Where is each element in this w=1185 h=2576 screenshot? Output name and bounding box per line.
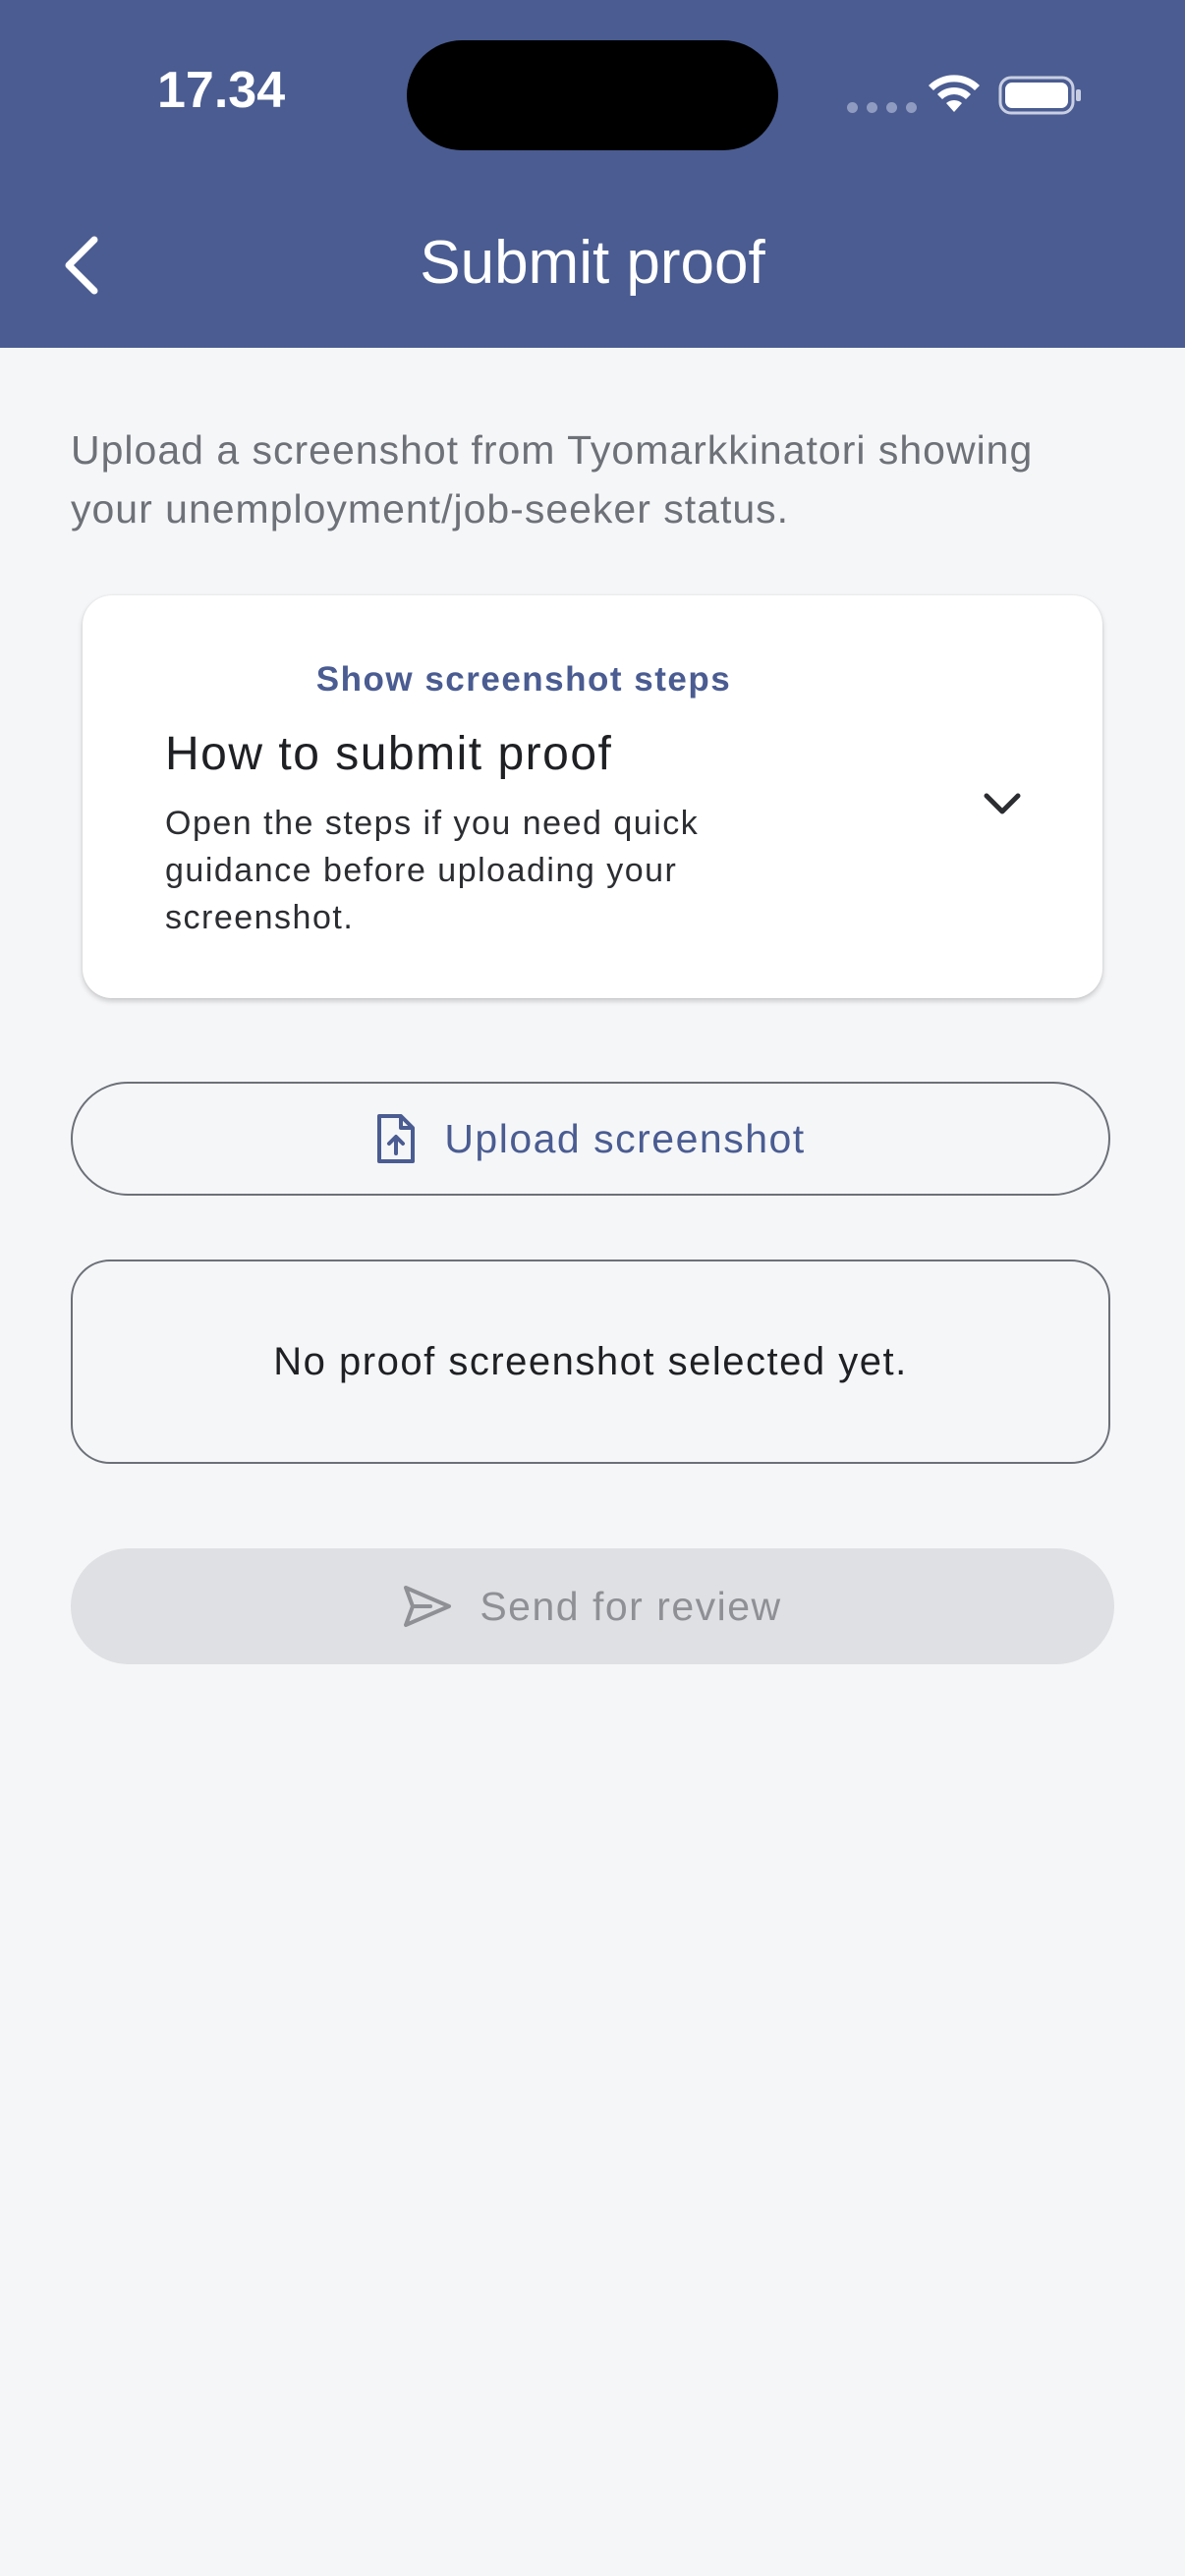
send-for-review-button[interactable]: Send for review [71, 1548, 1114, 1664]
cellular-signal-icon [847, 102, 917, 113]
dynamic-island [407, 40, 778, 150]
steps-card-eyebrow: Show screenshot steps [315, 660, 732, 699]
status-time: 17.34 [157, 62, 286, 119]
send-icon [404, 1586, 452, 1627]
page-title: Submit proof [420, 229, 765, 297]
selection-status-text: No proof screenshot selected yet. [273, 1339, 908, 1383]
selection-status-box: No proof screenshot selected yet. [71, 1260, 1110, 1464]
upload-button-label: Upload screenshot [444, 1115, 806, 1161]
upload-screenshot-button[interactable]: Upload screenshot [71, 1082, 1110, 1196]
chevron-down-icon[interactable] [973, 774, 1032, 833]
battery-icon [998, 76, 1081, 115]
steps-card-title: How to submit proof [165, 728, 613, 780]
screenshot-steps-card[interactable]: Show screenshot steps How to submit proo… [83, 595, 1102, 998]
steps-card-description: Open the steps if you need quick guidanc… [165, 805, 700, 936]
app-bar: 17.34 Submit proof [0, 0, 1185, 348]
wifi-icon [929, 75, 980, 112]
file-upload-icon [377, 1114, 416, 1163]
intro-text: Upload a screenshot from Tyomarkkinatori… [71, 427, 1034, 532]
send-button-label: Send for review [480, 1583, 782, 1629]
